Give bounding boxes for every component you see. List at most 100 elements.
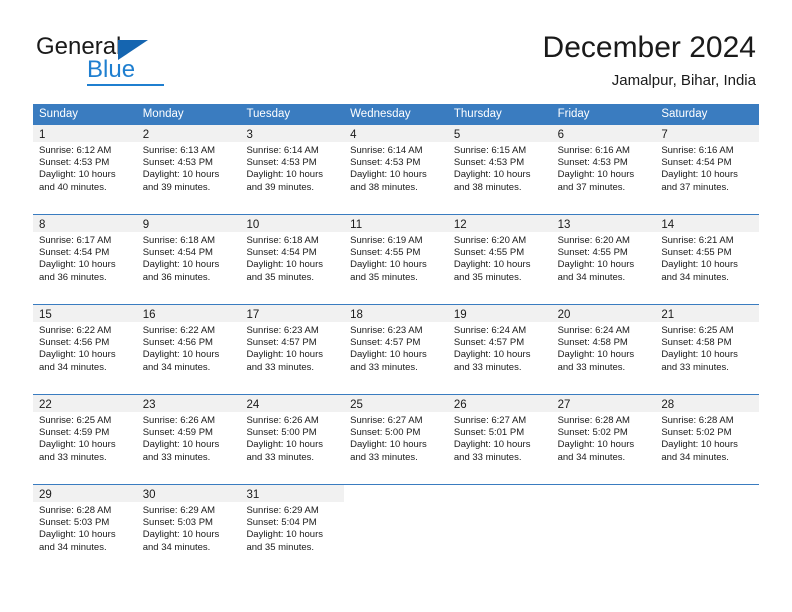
day-cell[interactable]: 15 Sunrise: 6:22 AM Sunset: 4:56 PM Dayligh… xyxy=(33,305,137,394)
day-cell[interactable]: 9 Sunrise: 6:18 AM Sunset: 4:54 PM Daylight… xyxy=(136,215,241,304)
day-cell[interactable]: 5 Sunrise: 6:15 AM Sunset: 4:53 PM Daylight… xyxy=(447,125,552,214)
daylight-text-line1: Daylight: 10 hours xyxy=(246,259,324,271)
sunrise-text: Sunrise: 6:25 AM xyxy=(661,325,734,336)
calendar-grid: Sunday Monday Tuesday Wednesday Thursday Frid… xyxy=(33,104,760,574)
sunrise-text: Sunrise: 6:18 AM xyxy=(142,235,216,246)
sunrise-text: Sunrise: 6:14 AM xyxy=(350,145,423,156)
day-cell[interactable]: 21 Sunrise: 6:25 AM Sunset: 4:58 PM Dayligh… xyxy=(655,305,760,394)
daylight-text-line2: and 33 minutes. xyxy=(39,451,107,463)
day-cell[interactable]: 29 Sunrise: 6:28 AM Sunset: 5:03 PM Dayligh… xyxy=(33,485,137,574)
day-cell[interactable]: 6 Sunrise: 6:16 AM Sunset: 4:53 PM Daylight… xyxy=(551,125,656,214)
day-details: Sunrise: 6:22 AM Sunset: 4:56 PM Daylight:… xyxy=(137,322,241,374)
generalblue-logo[interactable]: General Blue xyxy=(36,34,256,86)
daylight-text-line1: Daylight: 10 hours xyxy=(39,169,116,181)
daylight-text-line2: and 38 minutes. xyxy=(350,181,418,193)
day-cell[interactable]: 18 Sunrise: 6:23 AM Sunset: 4:57 PM Dayligh… xyxy=(344,305,448,394)
day-cell[interactable]: 27 Sunrise: 6:28 AM Sunset: 5:02 PM Dayligh… xyxy=(551,395,656,484)
sunrise-text: Sunrise: 6:16 AM xyxy=(661,145,734,156)
day-details: Sunrise: 6:26 AM Sunset: 4:59 PM Daylight:… xyxy=(137,412,241,464)
calendar-page: General Blue December 2024 Jamalpur, Bih… xyxy=(0,0,792,612)
title-block: December 2024 Jamalpur, Bihar, India xyxy=(543,30,756,91)
daylight-text-line2: and 35 minutes. xyxy=(246,541,315,553)
day-number-band: 16 xyxy=(136,305,241,322)
sunset-text: Sunset: 5:00 PM xyxy=(350,427,421,439)
day-number: 2 xyxy=(142,129,150,141)
day-number: 9 xyxy=(142,219,150,231)
day-details: Sunrise: 6:24 AM Sunset: 4:58 PM Daylight:… xyxy=(552,322,656,374)
calendar-week-row: 8 Sunrise: 6:17 AM Sunset: 4:54 PM Daylight… xyxy=(33,214,760,304)
daylight-text-line1: Daylight: 10 hours xyxy=(453,439,531,451)
day-number-band: 12 xyxy=(447,215,552,232)
daylight-text-line1: Daylight: 10 hours xyxy=(142,349,220,361)
sunrise-text: Sunrise: 6:23 AM xyxy=(246,325,319,336)
daylight-text-line1: Daylight: 10 hours xyxy=(246,439,324,451)
daylight-text-line1: Daylight: 10 hours xyxy=(39,439,116,451)
day-cell-empty xyxy=(344,485,448,574)
sunrise-text: Sunrise: 6:20 AM xyxy=(453,235,527,246)
daylight-text-line1: Daylight: 10 hours xyxy=(557,349,635,361)
day-number-band: 11 xyxy=(344,215,448,232)
day-cell[interactable]: 19 Sunrise: 6:24 AM Sunset: 4:57 PM Dayligh… xyxy=(447,305,552,394)
day-number-band: 22 xyxy=(33,395,137,412)
day-cell[interactable]: 4 Sunrise: 6:14 AM Sunset: 4:53 PM Daylight… xyxy=(344,125,448,214)
day-details: Sunrise: 6:23 AM Sunset: 4:57 PM Daylight:… xyxy=(344,322,448,374)
day-cell[interactable]: 16 Sunrise: 6:22 AM Sunset: 4:56 PM Dayligh… xyxy=(136,305,241,394)
day-cell[interactable]: 8 Sunrise: 6:17 AM Sunset: 4:54 PM Daylight… xyxy=(33,215,137,304)
day-details: Sunrise: 6:14 AM Sunset: 4:53 PM Daylight:… xyxy=(344,142,448,194)
day-number-band: 5 xyxy=(447,125,552,142)
logo-text-blue: Blue xyxy=(87,56,136,83)
daylight-text-line2: and 33 minutes. xyxy=(661,361,729,373)
day-cell[interactable]: 30 Sunrise: 6:29 AM Sunset: 5:03 PM Dayligh… xyxy=(136,485,241,574)
sunrise-text: Sunrise: 6:24 AM xyxy=(453,325,527,336)
daylight-text-line2: and 38 minutes. xyxy=(453,181,522,193)
sunrise-text: Sunrise: 6:16 AM xyxy=(557,145,630,156)
day-cell[interactable]: 22 Sunrise: 6:25 AM Sunset: 4:59 PM Dayligh… xyxy=(33,395,137,484)
sunrise-text: Sunrise: 6:27 AM xyxy=(350,415,423,426)
day-cell[interactable]: 25 Sunrise: 6:27 AM Sunset: 5:00 PM Dayligh… xyxy=(344,395,448,484)
day-cell[interactable]: 28 Sunrise: 6:28 AM Sunset: 5:02 PM Dayligh… xyxy=(655,395,760,484)
sunset-text: Sunset: 4:53 PM xyxy=(350,157,421,169)
day-cell[interactable]: 23 Sunrise: 6:26 AM Sunset: 4:59 PM Dayligh… xyxy=(136,395,241,484)
day-details: Sunrise: 6:22 AM Sunset: 4:56 PM Daylight:… xyxy=(33,322,137,374)
page-header: General Blue December 2024 Jamalpur, Bih… xyxy=(0,0,792,100)
day-cell[interactable]: 31 Sunrise: 6:29 AM Sunset: 5:04 PM Dayligh… xyxy=(240,485,345,574)
weekday-header-wednesday: Wednesday xyxy=(350,108,411,120)
day-cell[interactable]: 3 Sunrise: 6:14 AM Sunset: 4:53 PM Daylight… xyxy=(240,125,345,214)
day-cell[interactable]: 2 Sunrise: 6:13 AM Sunset: 4:53 PM Daylight… xyxy=(136,125,241,214)
day-cell[interactable]: 13 Sunrise: 6:20 AM Sunset: 4:55 PM Dayligh… xyxy=(551,215,656,304)
daylight-text-line1: Daylight: 10 hours xyxy=(39,529,116,541)
sunset-text: Sunset: 4:53 PM xyxy=(453,157,525,169)
day-number-band: 18 xyxy=(344,305,448,322)
daylight-text-line1: Daylight: 10 hours xyxy=(661,259,738,271)
sunrise-text: Sunrise: 6:20 AM xyxy=(557,235,630,246)
day-number: 28 xyxy=(661,399,675,411)
day-cell[interactable]: 17 Sunrise: 6:23 AM Sunset: 4:57 PM Dayligh… xyxy=(240,305,345,394)
day-cell[interactable]: 12 Sunrise: 6:20 AM Sunset: 4:55 PM Dayligh… xyxy=(447,215,552,304)
day-number: 23 xyxy=(142,399,156,411)
weekday-header-sunday: Sunday xyxy=(39,108,79,120)
day-cell[interactable]: 20 Sunrise: 6:24 AM Sunset: 4:58 PM Dayligh… xyxy=(551,305,656,394)
day-cell[interactable]: 11 Sunrise: 6:19 AM Sunset: 4:55 PM Dayligh… xyxy=(344,215,448,304)
day-number: 31 xyxy=(246,489,260,501)
day-cell[interactable]: 7 Sunrise: 6:16 AM Sunset: 4:54 PM Daylight… xyxy=(655,125,760,214)
location-subtitle: Jamalpur, Bihar, India xyxy=(611,72,756,89)
day-cell[interactable]: 10 Sunrise: 6:18 AM Sunset: 4:54 PM Dayligh… xyxy=(240,215,345,304)
day-number-band: 29 xyxy=(33,485,137,502)
daylight-text-line2: and 34 minutes. xyxy=(39,541,107,553)
day-number: 8 xyxy=(39,219,46,231)
day-cell[interactable]: 26 Sunrise: 6:27 AM Sunset: 5:01 PM Dayligh… xyxy=(447,395,552,484)
day-cell-empty xyxy=(551,485,656,574)
day-cell[interactable]: 1 Sunrise: 6:12 AM Sunset: 4:53 PM Daylight… xyxy=(33,125,137,214)
day-cell[interactable]: 14 Sunrise: 6:21 AM Sunset: 4:55 PM Dayligh… xyxy=(655,215,760,304)
daylight-text-line1: Daylight: 10 hours xyxy=(142,169,220,181)
sunrise-text: Sunrise: 6:26 AM xyxy=(246,415,319,426)
day-cell[interactable]: 24 Sunrise: 6:26 AM Sunset: 5:00 PM Dayligh… xyxy=(240,395,345,484)
day-number-band: 7 xyxy=(655,125,760,142)
day-number-band: 28 xyxy=(655,395,760,412)
weekday-header-saturday: Saturday xyxy=(661,108,708,120)
daylight-text-line1: Daylight: 10 hours xyxy=(246,529,324,541)
day-number: 10 xyxy=(246,219,260,231)
sunrise-text: Sunrise: 6:14 AM xyxy=(246,145,319,156)
sunset-text: Sunset: 5:03 PM xyxy=(39,517,110,529)
daylight-text-line2: and 35 minutes. xyxy=(246,271,315,283)
